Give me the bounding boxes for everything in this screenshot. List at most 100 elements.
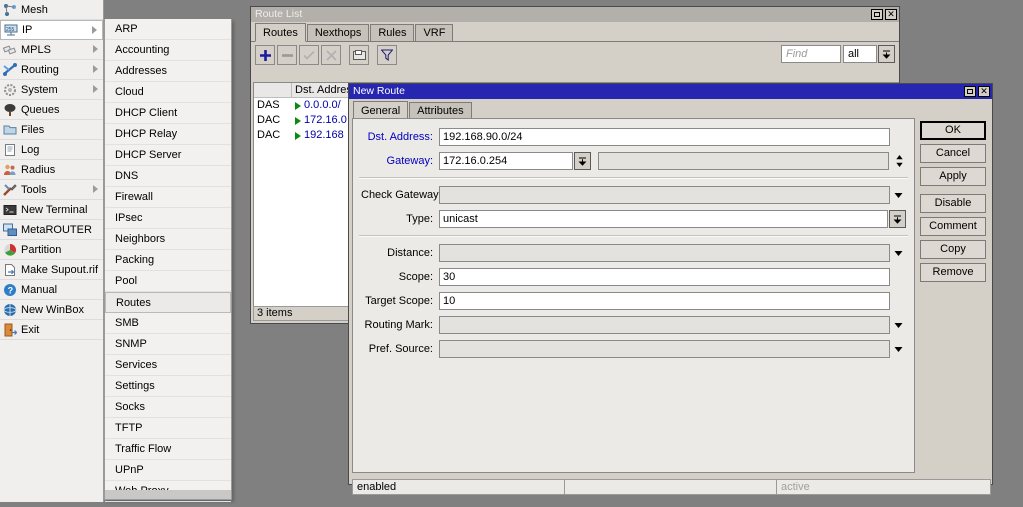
submenu-item-label: Accounting bbox=[115, 44, 170, 56]
input-type[interactable]: unicast bbox=[439, 210, 888, 228]
sidebar-item-label: New Terminal bbox=[21, 203, 88, 216]
sidebar-item-partition[interactable]: Partition bbox=[0, 240, 103, 260]
sidebar-item-exit[interactable]: Exit bbox=[0, 320, 103, 340]
enable-button[interactable] bbox=[299, 45, 319, 65]
comment-button[interactable]: Comment bbox=[920, 217, 986, 236]
sidebar-item-make-supout-rif[interactable]: Make Supout.rif bbox=[0, 260, 103, 280]
sidebar-item-routing[interactable]: Routing bbox=[0, 60, 103, 80]
input-routing-mark[interactable] bbox=[439, 316, 890, 334]
input-scope[interactable]: 30 bbox=[439, 268, 890, 286]
input-dst-address[interactable]: 192.168.90.0/24 bbox=[439, 128, 890, 146]
sidebar-item-new-winbox[interactable]: New WinBox bbox=[0, 300, 103, 320]
disable-button[interactable] bbox=[321, 45, 341, 65]
sidebar-item-tools[interactable]: Tools bbox=[0, 180, 103, 200]
copy-button[interactable]: Copy bbox=[920, 240, 986, 259]
submenu-item-snmp[interactable]: SNMP bbox=[105, 334, 231, 355]
remove-button[interactable]: Remove bbox=[920, 263, 986, 282]
apply-button[interactable]: Apply bbox=[920, 167, 986, 186]
submenu-item-pool[interactable]: Pool bbox=[105, 271, 231, 292]
submenu-item-settings[interactable]: Settings bbox=[105, 376, 231, 397]
sidebar-item-manual[interactable]: ? Manual bbox=[0, 280, 103, 300]
submenu-item-arp[interactable]: ARP bbox=[105, 19, 231, 40]
sidebar-item-system[interactable]: System bbox=[0, 80, 103, 100]
label-check-gateway: Check Gateway: bbox=[361, 189, 442, 201]
input-gateway[interactable]: 172.16.0.254 bbox=[439, 152, 573, 170]
find-scope-dropdown-icon[interactable] bbox=[878, 45, 895, 63]
sidebar-item-label: Routing bbox=[21, 63, 59, 76]
submenu-item-label: SNMP bbox=[115, 338, 147, 350]
remove-button[interactable] bbox=[277, 45, 297, 65]
tab-rules-label: Rules bbox=[378, 27, 407, 39]
new-route-title: New Route bbox=[353, 85, 405, 97]
label-gateway: Gateway: bbox=[386, 155, 433, 167]
sidebar-item-radius[interactable]: Radius bbox=[0, 160, 103, 180]
maximize-icon[interactable] bbox=[964, 86, 976, 97]
input-distance[interactable] bbox=[439, 244, 890, 262]
submenu-item-dhcp-client[interactable]: DHCP Client bbox=[105, 103, 231, 124]
submenu-item-dhcp-relay[interactable]: DHCP Relay bbox=[105, 124, 231, 145]
close-icon[interactable]: ✕ bbox=[978, 86, 990, 97]
add-button[interactable] bbox=[255, 45, 275, 65]
route-list-title: Route List bbox=[255, 8, 303, 20]
sidebar-item-new-terminal[interactable]: New Terminal bbox=[0, 200, 103, 220]
submenu-item-label: Pool bbox=[115, 275, 138, 287]
submenu-item-smb[interactable]: SMB bbox=[105, 313, 231, 334]
tab-attributes[interactable]: Attributes bbox=[409, 102, 472, 119]
comment-button[interactable] bbox=[349, 45, 369, 65]
find-input[interactable]: Find bbox=[781, 45, 841, 63]
partition-icon bbox=[3, 243, 17, 257]
new-route-titlebar[interactable]: New Route ✕ bbox=[349, 84, 992, 99]
disable-button[interactable]: Disable bbox=[920, 194, 986, 213]
form-divider bbox=[359, 235, 908, 237]
sidebar-item-mesh[interactable]: Mesh bbox=[0, 0, 103, 20]
submenu-item-tftp[interactable]: TFTP bbox=[105, 418, 231, 439]
routing-mark-chevron-down-icon[interactable] bbox=[890, 316, 906, 334]
sidebar-item-log[interactable]: Log bbox=[0, 140, 103, 160]
check-gateway-chevron-down-icon[interactable] bbox=[890, 186, 906, 204]
ok-button[interactable]: OK bbox=[920, 121, 986, 140]
sidebar-item-queues[interactable]: Queues bbox=[0, 100, 103, 120]
gateway-combo-icon[interactable] bbox=[574, 152, 591, 170]
submenu-item-dns[interactable]: DNS bbox=[105, 166, 231, 187]
input-pref-source[interactable] bbox=[439, 340, 890, 358]
submenu-item-accounting[interactable]: Accounting bbox=[105, 40, 231, 61]
sidebar-item-mpls[interactable]: MPLS bbox=[0, 40, 103, 60]
tab-rules[interactable]: Rules bbox=[370, 24, 415, 41]
submenu-item-cloud[interactable]: Cloud bbox=[105, 82, 231, 103]
submenu-item-neighbors[interactable]: Neighbors bbox=[105, 229, 231, 250]
submenu-item-traffic-flow[interactable]: Traffic Flow bbox=[105, 439, 231, 460]
find-scope-value[interactable]: all bbox=[843, 45, 877, 63]
submenu-item-upnp[interactable]: UPnP bbox=[105, 460, 231, 481]
submenu-item-dhcp-server[interactable]: DHCP Server bbox=[105, 145, 231, 166]
close-icon[interactable]: ✕ bbox=[885, 9, 897, 20]
cancel-button[interactable]: Cancel bbox=[920, 144, 986, 163]
distance-chevron-down-icon[interactable] bbox=[890, 244, 906, 262]
status-active: active bbox=[776, 479, 991, 495]
route-list-titlebar[interactable]: Route List ✕ bbox=[251, 7, 899, 22]
submenu-item-routes[interactable]: Routes bbox=[105, 292, 231, 313]
label-dst-address: Dst. Address: bbox=[367, 131, 433, 143]
type-combo-icon[interactable] bbox=[889, 210, 906, 228]
sidebar-item-files[interactable]: Files bbox=[0, 120, 103, 140]
label-type: Type: bbox=[406, 213, 433, 225]
tab-nexthops[interactable]: Nexthops bbox=[306, 24, 370, 41]
sidebar-item-ip[interactable]: 255 IP bbox=[0, 20, 103, 40]
input-target-scope[interactable]: 10 bbox=[439, 292, 890, 310]
sidebar-item-metarouter[interactable]: MetaROUTER bbox=[0, 220, 103, 240]
submenu-item-addresses[interactable]: Addresses bbox=[105, 61, 231, 82]
maximize-icon[interactable] bbox=[871, 9, 883, 20]
tab-vrf[interactable]: VRF bbox=[415, 24, 454, 41]
gateway-interface-input[interactable] bbox=[598, 152, 889, 170]
submenu-item-firewall[interactable]: Firewall bbox=[105, 187, 231, 208]
pref-source-chevron-down-icon[interactable] bbox=[890, 340, 906, 358]
input-check-gateway[interactable] bbox=[439, 186, 890, 204]
sidebar-item-label: Radius bbox=[21, 163, 56, 176]
gateway-spinner-icon[interactable] bbox=[892, 152, 906, 170]
tab-routes[interactable]: Routes bbox=[255, 23, 306, 42]
filter-button[interactable] bbox=[377, 45, 397, 65]
submenu-item-ipsec[interactable]: IPsec bbox=[105, 208, 231, 229]
submenu-item-packing[interactable]: Packing bbox=[105, 250, 231, 271]
tab-routes-label: Routes bbox=[263, 26, 298, 39]
submenu-item-services[interactable]: Services bbox=[105, 355, 231, 376]
submenu-item-socks[interactable]: Socks bbox=[105, 397, 231, 418]
